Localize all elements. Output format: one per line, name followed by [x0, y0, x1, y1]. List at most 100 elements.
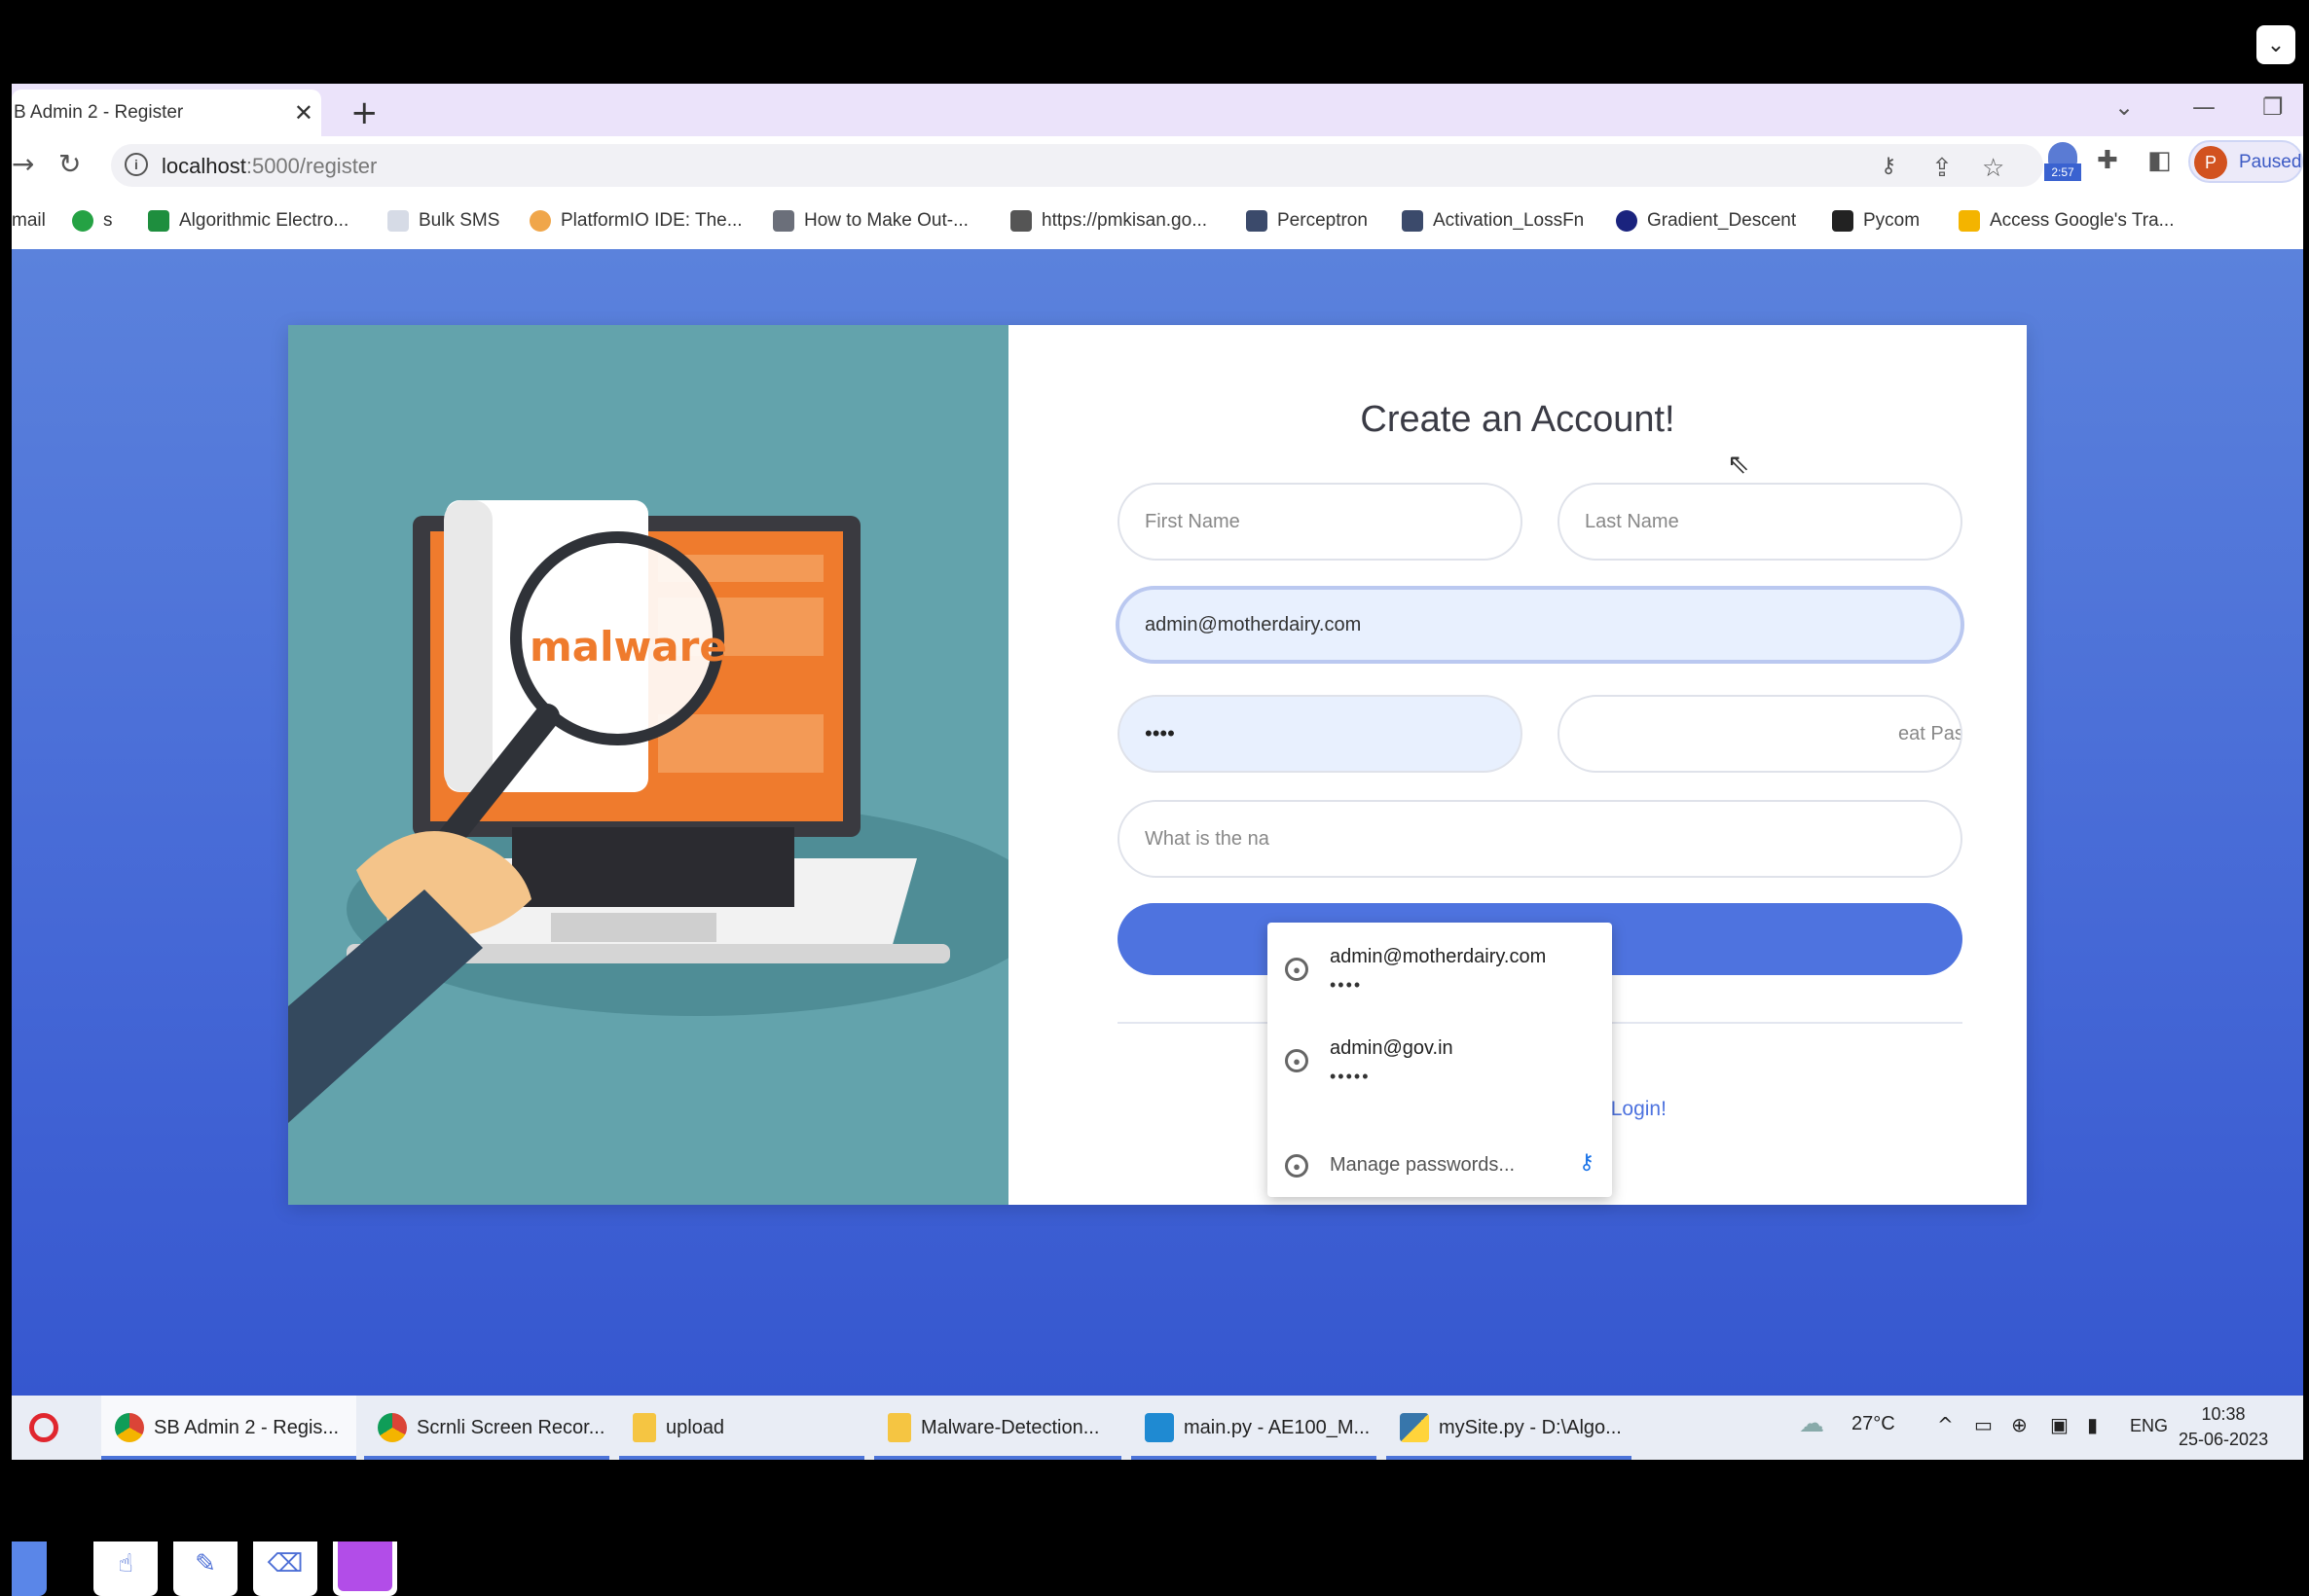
share-icon[interactable]: ⇪	[1931, 154, 1953, 183]
bookmark-item[interactable]: How to Make Out-...	[773, 210, 969, 232]
tab-register[interactable]: B Admin 2 - Register ✕	[12, 90, 321, 136]
bookmark-item[interactable]: https://pmkisan.go...	[1010, 210, 1207, 232]
security-question-input[interactable]: What is the na	[1118, 800, 1962, 878]
address-row: → ↻ i localhost:5000/register ⚷ ⇪ ☆ 2:57…	[12, 136, 2303, 195]
register-card: malware Create an Account! First Name La…	[288, 325, 2027, 1205]
last-name-input[interactable]: Last Name	[1558, 483, 1962, 561]
top-black-bar: ⌄	[12, 8, 2309, 84]
microphone-icon[interactable]: ▮	[2087, 1413, 2098, 1436]
chevron-up-icon[interactable]: ^	[1937, 1413, 1954, 1436]
globe-icon[interactable]: ⊕	[2011, 1413, 2028, 1436]
bookmark-item[interactable]: Gradient_Descent	[1616, 210, 1796, 232]
display-icon[interactable]: ▣	[2050, 1413, 2069, 1436]
malware-illustration: malware	[288, 325, 1008, 1205]
url-text: localhost:5000/register	[162, 154, 377, 179]
bookmark-label: Algorithmic Electro...	[179, 210, 349, 231]
extension-badge: 2:57	[2044, 163, 2081, 181]
weather-temp[interactable]: 27°C	[1851, 1413, 1895, 1435]
autofill-password: ••••	[1330, 975, 1363, 995]
puzzle-icon[interactable]: ✚	[2097, 146, 2118, 175]
info-icon[interactable]: i	[125, 153, 148, 176]
bookmarks-bar: mail s Algorithmic Electro... Bulk SMS P…	[12, 197, 2303, 249]
register-page: malware Create an Account! First Name La…	[12, 249, 2303, 1596]
taskbar-label: Malware-Detection...	[921, 1416, 1100, 1438]
tab-search-chevron-icon[interactable]: ⌄	[2114, 93, 2134, 121]
taskbar-item-chrome[interactable]: SB Admin 2 - Regis...	[101, 1396, 356, 1460]
chevron-down-icon[interactable]: ⌄	[2256, 25, 2295, 64]
autofill-item[interactable]: ● admin@gov.in •••••	[1267, 1012, 1612, 1100]
star-icon[interactable]: ☆	[1982, 154, 2004, 183]
bookmark-label: Bulk SMS	[419, 210, 500, 231]
extension-recorder-icon[interactable]: 2:57	[2044, 142, 2081, 183]
address-bar[interactable]: i localhost:5000/register ⚷ ⇪ ☆	[111, 144, 2043, 187]
forward-arrow-icon[interactable]: →	[12, 148, 34, 180]
circle-icon	[1616, 210, 1637, 232]
url-path: :5000/register	[245, 154, 378, 178]
chrome-icon	[378, 1413, 407, 1442]
language-indicator[interactable]: ENG	[2130, 1416, 2168, 1436]
screen: ⌄ B Admin 2 - Register ✕ + ⌄ — ❐ → ↻ i l…	[12, 0, 2309, 1596]
profile-button[interactable]: P Paused	[2188, 140, 2303, 183]
clock-time: 10:38	[2201, 1404, 2246, 1424]
bookmark-label: mail	[12, 210, 46, 231]
opera-icon[interactable]	[16, 1396, 74, 1460]
password-input[interactable]: ••••	[1118, 695, 1522, 773]
bookmark-item[interactable]: mail	[12, 210, 46, 232]
taskbar-item-python[interactable]: mySite.py - D:\Algo...	[1386, 1396, 1631, 1460]
manage-passwords-link[interactable]: Manage passwords...	[1330, 1154, 1515, 1177]
first-name-input[interactable]: First Name	[1118, 483, 1522, 561]
taskbar-item-scrnli[interactable]: Scrnli Screen Recor...	[364, 1396, 609, 1460]
restore-icon[interactable]: ❐	[2262, 93, 2284, 121]
site-icon	[1402, 210, 1423, 232]
bookmark-item[interactable]: Pycom	[1832, 210, 1920, 232]
tab-strip: B Admin 2 - Register ✕ + ⌄ — ❐	[12, 84, 2303, 136]
new-tab-plus-icon[interactable]: +	[350, 93, 379, 132]
bookmark-label: Perceptron	[1277, 210, 1368, 231]
sidepanel-icon[interactable]: ◧	[2147, 146, 2172, 175]
clock[interactable]: 10:38 25-06-2023	[2179, 1401, 2268, 1452]
cloud-icon: ☁	[1799, 1409, 1824, 1438]
autofill-item[interactable]: ● admin@motherdairy.com ••••	[1267, 923, 1612, 1010]
close-icon[interactable]: ✕	[294, 99, 313, 127]
minimize-icon[interactable]: —	[2192, 93, 2216, 121]
profile-status: Paused	[2239, 152, 2302, 172]
whatsapp-icon	[72, 210, 93, 232]
python-icon	[1400, 1413, 1429, 1442]
bookmark-item[interactable]: Algorithmic Electro...	[148, 210, 348, 232]
bookmark-item[interactable]: Activation_LossFn	[1402, 210, 1584, 232]
taskbar-item-vscode[interactable]: main.py - AE100_M...	[1131, 1396, 1376, 1460]
taskbar-label: main.py - AE100_M...	[1184, 1416, 1371, 1438]
bookmark-item[interactable]: Perceptron	[1246, 210, 1368, 232]
bookmark-label: Pycom	[1863, 210, 1921, 231]
repeat-password-input[interactable]: eat Password	[1558, 695, 1962, 773]
sheets-icon	[148, 210, 169, 232]
doc-icon	[387, 210, 409, 232]
folder-icon	[633, 1413, 656, 1442]
email-input[interactable]: admin@motherdairy.com	[1116, 586, 1964, 664]
site-icon	[1246, 210, 1267, 232]
bookmark-label: PlatformIO IDE: The...	[561, 210, 743, 231]
taskbar-item-upload[interactable]: upload	[619, 1396, 864, 1460]
password-autofill-dropdown: ● admin@motherdairy.com •••• ● admin@gov…	[1267, 923, 1612, 1197]
battery-icon[interactable]: ▭	[1974, 1413, 1993, 1436]
taskbar-label: SB Admin 2 - Regis...	[154, 1416, 340, 1438]
taskbar-label: upload	[666, 1416, 725, 1438]
reload-icon[interactable]: ↻	[58, 148, 81, 180]
bookmark-label: Access Google's Tra...	[1990, 210, 2175, 231]
taskbar-item-malware-folder[interactable]: Malware-Detection...	[874, 1396, 1121, 1460]
bookmark-label: Gradient_Descent	[1647, 210, 1797, 231]
globe-icon: ●	[1285, 1049, 1308, 1072]
bookmark-item[interactable]: Bulk SMS	[387, 210, 499, 232]
bottom-black-bar	[12, 1460, 2309, 1542]
bookmark-item[interactable]: PlatformIO IDE: The...	[530, 210, 743, 232]
taskbar-label: mySite.py - D:\Algo...	[1439, 1416, 1622, 1438]
page-title: Create an Account!	[1360, 399, 1675, 440]
bookmark-item[interactable]: s	[72, 210, 113, 232]
bookmark-item[interactable]: Access Google's Tra...	[1959, 210, 2174, 232]
colab-icon	[1959, 210, 1980, 232]
bookmark-label: s	[103, 210, 113, 231]
taskbar-label: Scrnli Screen Recor...	[417, 1416, 605, 1438]
globe-icon: ●	[1285, 958, 1308, 981]
key-icon[interactable]: ⚷	[1881, 154, 1896, 178]
windows-taskbar: SB Admin 2 - Regis... Scrnli Screen Reco…	[12, 1396, 2303, 1460]
